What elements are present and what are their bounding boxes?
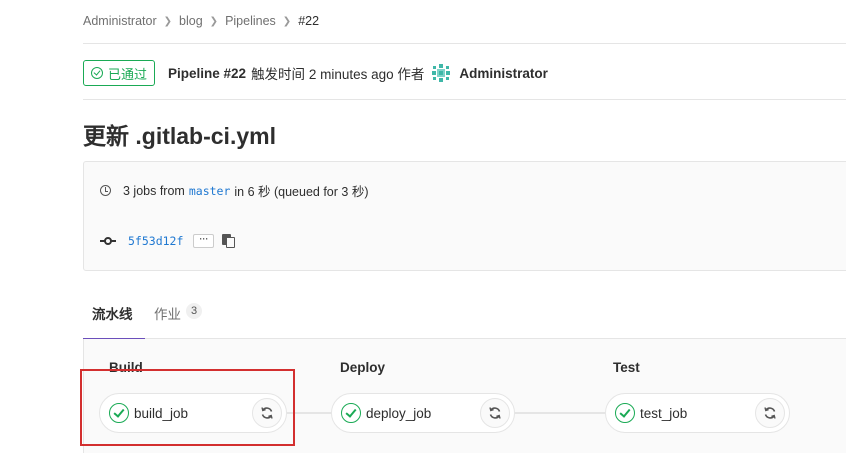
status-badge-label: 已通过 bbox=[108, 66, 148, 82]
duration-text: in 6 秒 (queued for 3 秒) bbox=[234, 185, 369, 199]
tab-jobs[interactable]: 作业 3 bbox=[154, 303, 203, 339]
pipeline-title: Pipeline #22 bbox=[168, 65, 247, 81]
breadcrumb-administrator[interactable]: Administrator bbox=[83, 14, 157, 28]
stage-title-deploy: Deploy bbox=[340, 360, 386, 375]
stage-title-test: Test bbox=[613, 360, 640, 375]
job-name: test_job bbox=[640, 405, 688, 421]
breadcrumb-pipelines[interactable]: Pipelines bbox=[225, 14, 276, 28]
highlight-box bbox=[80, 369, 295, 446]
breadcrumb: Administrator ❯ blog ❯ Pipelines ❯ #22 bbox=[83, 12, 319, 30]
job-deploy[interactable]: deploy_job bbox=[331, 393, 515, 433]
job-success-icon bbox=[615, 403, 635, 423]
retry-icon bbox=[764, 407, 776, 419]
status-badge[interactable]: 已通过 bbox=[83, 60, 156, 86]
commit-sha-link[interactable]: 5f53d12f bbox=[128, 234, 183, 248]
identicon-icon bbox=[432, 64, 451, 82]
retry-button[interactable] bbox=[480, 398, 510, 428]
expand-commit-message-button[interactable]: ··· bbox=[193, 234, 215, 248]
author-link[interactable]: Administrator bbox=[459, 66, 548, 81]
divider bbox=[83, 99, 846, 100]
status-success-icon bbox=[91, 67, 103, 79]
tab-pipeline-label: 流水线 bbox=[92, 307, 133, 322]
stage-connector bbox=[515, 412, 605, 414]
tab-jobs-label: 作业 bbox=[154, 307, 181, 322]
jobs-count-text: 3 jobs from bbox=[123, 183, 185, 198]
jobs-count-badge: 3 bbox=[186, 303, 203, 319]
avatar[interactable] bbox=[432, 64, 451, 82]
branch-link[interactable]: master bbox=[189, 184, 231, 198]
page-title: 更新 .gitlab-ci.yml bbox=[83, 123, 276, 149]
job-success-icon bbox=[341, 403, 361, 423]
commit-row: 5f53d12f ··· bbox=[100, 234, 236, 248]
job-name: deploy_job bbox=[366, 405, 432, 421]
commit-icon bbox=[100, 236, 116, 246]
duration-row: 3 jobs from master in 6 秒 (queued for 3 … bbox=[100, 181, 369, 200]
retry-icon bbox=[489, 407, 501, 419]
chevron-right-icon: ❯ bbox=[282, 15, 292, 27]
job-test[interactable]: test_job bbox=[605, 393, 790, 433]
pipeline-tabs: 流水线 作业 3 bbox=[83, 286, 846, 340]
breadcrumb-blog[interactable]: blog bbox=[179, 14, 203, 28]
retry-button[interactable] bbox=[755, 398, 785, 428]
chevron-right-icon: ❯ bbox=[209, 15, 219, 27]
breadcrumb-pipeline-22[interactable]: #22 bbox=[298, 14, 319, 28]
copy-icon[interactable] bbox=[222, 234, 236, 248]
tab-pipeline[interactable]: 流水线 bbox=[83, 303, 145, 340]
clock-icon bbox=[100, 185, 111, 196]
divider bbox=[83, 43, 846, 44]
chevron-right-icon: ❯ bbox=[163, 15, 173, 27]
pipeline-meta: 触发时间 2 minutes ago 作者 bbox=[251, 67, 425, 82]
pipeline-info-box: 3 jobs from master in 6 秒 (queued for 3 … bbox=[83, 161, 846, 271]
pipeline-header: 已通过 Pipeline #22 触发时间 2 minutes ago 作者 A… bbox=[83, 59, 548, 87]
